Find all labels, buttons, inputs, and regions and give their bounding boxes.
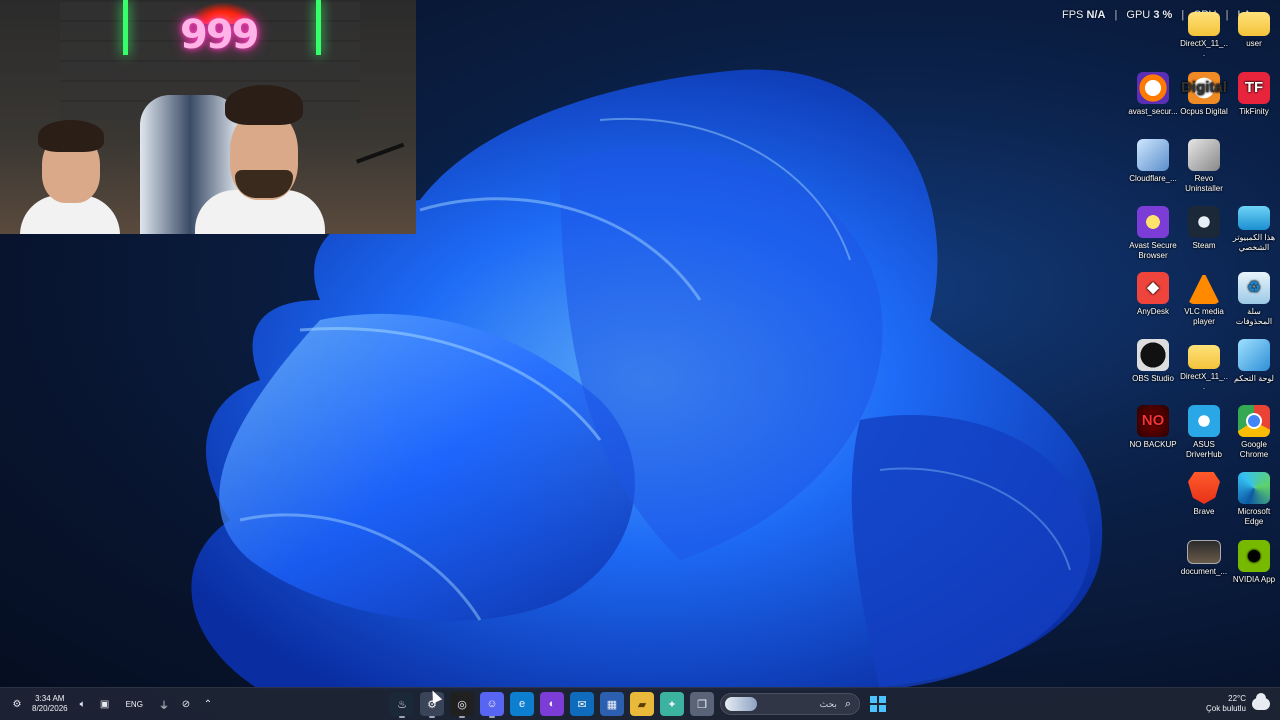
taskbar-mail-icon[interactable]: ✉ xyxy=(570,692,594,716)
desktop-icon-directx-2[interactable]: DirectX_11_... xyxy=(1179,339,1229,392)
clock-date: 8/20/2026 xyxy=(32,704,68,713)
desktop-icon-avast-browser[interactable]: Avast Secure Browser xyxy=(1128,206,1178,261)
avast-browser-icon xyxy=(1137,206,1169,238)
taskbar-obs-icon[interactable]: ◎ xyxy=(450,692,474,718)
desktop-icon-steam[interactable]: Steam xyxy=(1179,206,1229,251)
microphone-icon[interactable]: ⏚ xyxy=(157,697,171,712)
avast-icon xyxy=(1137,72,1169,104)
taskbar-store-icon[interactable]: ▦ xyxy=(600,692,624,716)
desktop-icon-edge[interactable]: Microsoft Edge xyxy=(1229,472,1279,527)
desktop-icon-document[interactable]: document_... xyxy=(1179,540,1229,577)
notification-muted-icon[interactable]: ⊘ xyxy=(179,697,193,711)
streamer-left xyxy=(20,115,120,234)
edge-icon xyxy=(1238,472,1270,504)
webcam-overlay: 999 xyxy=(0,0,416,234)
network-icon[interactable]: ▣ xyxy=(98,697,112,711)
vlc-icon xyxy=(1188,272,1220,304)
desktop-icon-obs[interactable]: OBS Studio xyxy=(1128,339,1178,384)
desktop-icon-anydesk[interactable]: ◆ AnyDesk xyxy=(1128,272,1178,317)
gpu-value: 3 % xyxy=(1153,9,1173,21)
chrome-icon xyxy=(1238,405,1270,437)
start-button-windows-icon[interactable] xyxy=(866,692,890,716)
desktop-icon-tikfinity[interactable]: TF TikFinity xyxy=(1229,72,1279,117)
weather-description: Çok bulutlu xyxy=(1205,704,1246,713)
ocpus-icon: Digital xyxy=(1181,72,1227,104)
desktop-icon-chrome[interactable]: Google Chrome xyxy=(1229,405,1279,460)
obs-icon xyxy=(1137,339,1169,371)
neon-sign: 999 xyxy=(180,12,259,58)
taskbar-apps: ♨ ⚙ ◎ ☺ e ◐ ✉ ▦ ▰ ✦ ❐ بحث ⌕ xyxy=(390,688,890,720)
desktop-icon-control-panel[interactable]: لوحة التحكم xyxy=(1229,339,1279,384)
folder-icon xyxy=(1188,345,1220,369)
nvidia-icon: ◉ xyxy=(1238,540,1270,572)
chevron-up-icon[interactable]: ⌃ xyxy=(201,697,215,711)
control-panel-icon xyxy=(1238,339,1270,371)
this-pc-icon xyxy=(1238,206,1270,230)
taskbar-discord-icon[interactable]: ☺ xyxy=(480,692,504,718)
desktop-icon-this-pc[interactable]: هذا الكمبيوتر الشخصي xyxy=(1229,206,1279,253)
neon-light-right xyxy=(316,0,321,55)
desktop-icon-ocpus[interactable]: Digital Ocpus Digital xyxy=(1179,72,1229,117)
steam-icon xyxy=(1188,206,1220,238)
fps-value: N/A xyxy=(1086,9,1106,21)
tikfinity-icon: TF xyxy=(1238,72,1270,104)
streamer-right xyxy=(195,85,325,234)
clock-time: 3:34 AM xyxy=(35,694,65,703)
desktop-icon-directx-1[interactable]: DirectX_11_... xyxy=(1179,6,1229,59)
search-highlight-image xyxy=(725,697,757,711)
gpu-label: GPU xyxy=(1126,9,1151,21)
desktop-icon-nvidia[interactable]: ◉ NVIDIA App xyxy=(1229,540,1279,585)
desktop-icon-no-backup[interactable]: NO NO BACKUP xyxy=(1128,405,1178,450)
taskbar: ⚙ 3:34 AM 8/20/2026 🔈︎ ▣ ENG ⏚ ⊘ ⌃ ♨ ⚙ ◎… xyxy=(0,687,1280,720)
recycle-bin-icon: ♻ xyxy=(1238,272,1270,304)
search-icon: ⌕ xyxy=(844,697,851,710)
brave-icon xyxy=(1188,472,1220,504)
taskbar-avast-browser-icon[interactable]: ◐ xyxy=(540,692,564,716)
fps-label: FPS xyxy=(1062,9,1084,21)
cloud-icon xyxy=(1252,693,1270,710)
microphone-arm xyxy=(355,142,416,202)
desktop-icon-avast-setup[interactable]: avast_secur... xyxy=(1128,72,1178,117)
desktop-icon-cloudflare[interactable]: Cloudflare_... xyxy=(1128,139,1178,184)
taskbar-task-view-icon[interactable]: ❐ xyxy=(690,692,714,716)
desktop-icon-user[interactable]: user xyxy=(1229,6,1279,49)
taskbar-tray: ⚙ 3:34 AM 8/20/2026 🔈︎ ▣ ENG ⏚ ⊘ ⌃ xyxy=(10,688,215,720)
desktop-icon-recycle-bin[interactable]: ♻ سلة المحذوفات xyxy=(1229,272,1279,327)
taskbar-weather[interactable]: 22°C Çok bulutlu xyxy=(1206,688,1270,720)
search-placeholder: بحث xyxy=(819,698,837,709)
cloudflare-installer-icon xyxy=(1137,139,1169,171)
desktop-icon-asus-driverhub[interactable]: ASUS DriverHub xyxy=(1179,405,1229,460)
desktop-icon-brave[interactable]: Brave xyxy=(1179,472,1229,517)
weather-temperature: 22°C xyxy=(1228,694,1246,703)
desktop-icon-vlc[interactable]: VLC media player xyxy=(1179,272,1229,327)
folder-icon xyxy=(1188,12,1220,36)
folder-icon xyxy=(1238,12,1270,36)
taskbar-file-explorer-icon[interactable]: ▰ xyxy=(630,692,654,716)
taskbar-copilot-icon[interactable]: ✦ xyxy=(660,692,684,716)
no-backup-icon: NO xyxy=(1137,405,1169,437)
document-icon xyxy=(1187,540,1221,564)
taskbar-edge-icon[interactable]: e xyxy=(510,692,534,716)
asus-driverhub-icon xyxy=(1188,405,1220,437)
settings-gear-icon[interactable]: ⚙ xyxy=(10,697,24,711)
taskbar-search[interactable]: بحث ⌕ xyxy=(720,693,860,715)
language-indicator[interactable]: ENG xyxy=(126,700,143,709)
neon-light-left xyxy=(123,0,128,55)
volume-icon[interactable]: 🔈︎ xyxy=(76,697,90,711)
clock[interactable]: 3:34 AM 8/20/2026 xyxy=(32,694,68,714)
revo-uninstaller-icon xyxy=(1188,139,1220,171)
desktop-icon-revo[interactable]: Revo Uninstaller xyxy=(1179,139,1229,194)
taskbar-steam-icon[interactable]: ♨ xyxy=(390,692,414,718)
anydesk-icon: ◆ xyxy=(1137,272,1169,304)
